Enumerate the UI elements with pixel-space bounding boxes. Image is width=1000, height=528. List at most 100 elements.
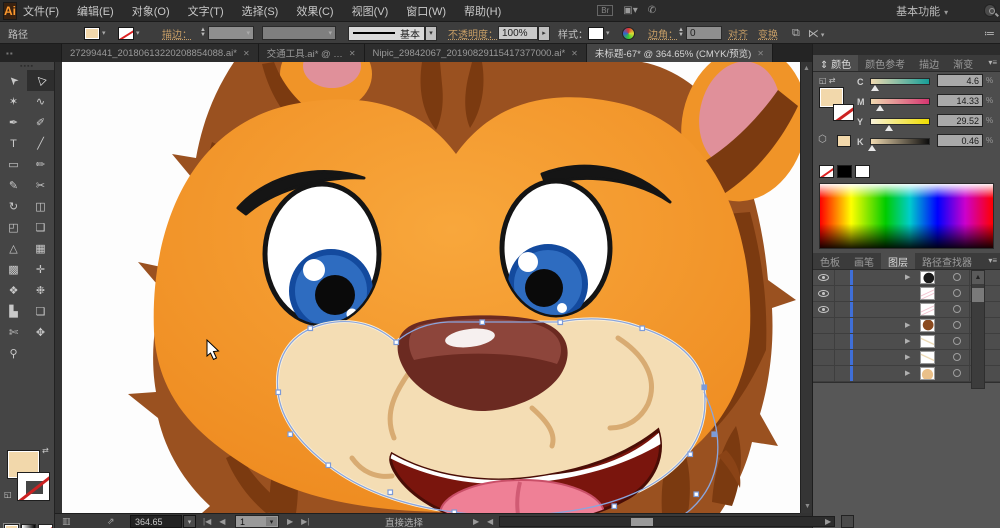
color-panel-tab-0[interactable]: ⇕ 颜色 bbox=[813, 55, 858, 71]
slider-marker[interactable] bbox=[871, 85, 879, 91]
layer-thumbnail[interactable] bbox=[920, 335, 935, 348]
document-tab-3[interactable]: 未标题-67* @ 364.65% (CMYK/预览)✕ bbox=[587, 44, 773, 62]
hand-tool[interactable]: ✥ bbox=[27, 322, 54, 343]
stroke-color-swatch[interactable] bbox=[118, 27, 134, 40]
tab-close-icon[interactable]: ✕ bbox=[757, 49, 764, 58]
visibility-toggle[interactable] bbox=[813, 350, 835, 365]
last-artboard-button[interactable]: ▶| bbox=[301, 517, 309, 526]
visibility-toggle[interactable] bbox=[813, 286, 835, 301]
pencil-tool[interactable]: ✎ bbox=[0, 175, 27, 196]
target-circle-icon[interactable] bbox=[953, 305, 961, 313]
layers-scroll-up[interactable]: ▲ bbox=[972, 271, 984, 284]
m-slider[interactable] bbox=[870, 98, 930, 105]
layer-thumbnail[interactable] bbox=[920, 367, 935, 380]
hscroll-right-arrow2[interactable]: ▶ bbox=[825, 517, 831, 526]
visibility-toggle[interactable] bbox=[813, 334, 835, 349]
line-segment-tool[interactable]: ╱ bbox=[27, 133, 54, 154]
horizontal-scrollbar[interactable] bbox=[499, 516, 835, 527]
transform-link[interactable]: 变换 bbox=[758, 22, 778, 44]
type-tool[interactable]: T bbox=[0, 133, 27, 154]
artboard-canvas[interactable] bbox=[62, 62, 800, 513]
workspace-switcher[interactable]: 基本功能▾ bbox=[896, 3, 948, 19]
hscroll-thumb[interactable] bbox=[631, 518, 653, 526]
tab-close-icon[interactable]: ✕ bbox=[349, 49, 356, 58]
scroll-down-arrow[interactable]: ▼ bbox=[804, 503, 811, 510]
menu-item-3[interactable]: 文字(T) bbox=[188, 3, 224, 19]
rotate-tool[interactable]: ↻ bbox=[0, 196, 27, 217]
target-circle-icon[interactable] bbox=[953, 353, 961, 361]
layer-thumbnail[interactable] bbox=[920, 351, 935, 364]
document-tab-2[interactable]: Nipic_29842067_20190829115417377000.ai*✕ bbox=[365, 44, 587, 62]
slider-marker[interactable] bbox=[885, 125, 893, 131]
artboard-number-input[interactable]: 1 ▾ bbox=[235, 515, 279, 528]
slider-marker[interactable] bbox=[876, 105, 884, 111]
tools-panel-grip[interactable]: ▪▪▪▪ bbox=[0, 62, 54, 70]
hscroll-left-arrow[interactable]: ◀ bbox=[487, 517, 493, 526]
k-slider[interactable] bbox=[870, 138, 930, 145]
slider-marker[interactable] bbox=[868, 145, 876, 151]
gradient-mode-button[interactable] bbox=[21, 524, 36, 528]
eyedropper-tool[interactable]: ✛ bbox=[27, 259, 54, 280]
perspective-grid-tool[interactable]: △ bbox=[0, 238, 27, 259]
pen-tool[interactable]: ✒ bbox=[0, 112, 27, 133]
recolor-artwork-icon[interactable] bbox=[622, 27, 635, 40]
expand-arrow-icon[interactable]: ▶ bbox=[905, 321, 910, 329]
search-input[interactable] bbox=[984, 4, 996, 17]
stroke-weight-value[interactable]: ▾ bbox=[208, 26, 254, 40]
tab-close-icon[interactable]: ✕ bbox=[571, 49, 578, 58]
gradient-tool[interactable]: ▩ bbox=[0, 259, 27, 280]
corner-link[interactable]: 边角： bbox=[648, 22, 678, 44]
y-value-input[interactable]: 29.52 bbox=[937, 114, 983, 127]
dock-tab-2[interactable]: 图层 bbox=[881, 253, 915, 269]
layer-thumbnail[interactable] bbox=[920, 271, 935, 284]
artboard-tool[interactable]: ❏ bbox=[27, 301, 54, 322]
visibility-toggle[interactable] bbox=[813, 270, 835, 285]
color-mode-button[interactable] bbox=[4, 524, 19, 528]
panel-stroke-swatch[interactable] bbox=[833, 104, 854, 121]
menu-item-1[interactable]: 编辑(E) bbox=[77, 3, 114, 19]
target-circle-icon[interactable] bbox=[953, 289, 961, 297]
expand-arrow-icon[interactable]: ▶ bbox=[905, 353, 910, 361]
vertical-scrollbar[interactable]: ▲ ▼ bbox=[800, 62, 812, 513]
layer-thumbnail[interactable] bbox=[920, 287, 935, 300]
curvature-tool[interactable]: ✐ bbox=[27, 112, 54, 133]
select-similar-icon[interactable]: ⋉▾ bbox=[808, 27, 825, 40]
next-artboard-button[interactable]: ▶ bbox=[287, 517, 293, 526]
document-tab-0[interactable]: 27299441_20180613220208854088.ai*✕ bbox=[62, 44, 259, 62]
tab-close-icon[interactable]: ✕ bbox=[243, 49, 250, 58]
layers-scrollbar[interactable]: ▲ bbox=[971, 270, 985, 389]
stroke-color-well[interactable] bbox=[17, 472, 50, 501]
rectangle-tool[interactable]: ▭ bbox=[0, 154, 27, 175]
zoom-dropdown[interactable]: ▾ bbox=[183, 515, 196, 528]
swap-fill-stroke-icon[interactable]: ⇄ bbox=[42, 446, 49, 455]
color-spectrum[interactable] bbox=[813, 181, 1000, 253]
menu-item-5[interactable]: 效果(C) bbox=[296, 3, 333, 19]
zoom-tool[interactable]: ⚲ bbox=[0, 343, 27, 364]
opacity-value[interactable]: 100% bbox=[498, 26, 538, 40]
prev-artboard-button[interactable]: ◀ bbox=[219, 517, 225, 526]
target-circle-icon[interactable] bbox=[953, 369, 961, 377]
share-icon[interactable]: ✆ bbox=[648, 5, 656, 16]
none-mode-button[interactable] bbox=[38, 524, 53, 528]
slice-tool[interactable]: ✄ bbox=[0, 322, 27, 343]
last-color-swatch[interactable] bbox=[837, 135, 851, 147]
visibility-toggle[interactable] bbox=[813, 366, 835, 381]
brush-definition-dropdown[interactable]: ▾ bbox=[262, 26, 336, 40]
fill-color-swatch[interactable] bbox=[84, 27, 100, 40]
zoom-level-input[interactable]: 364.65 bbox=[130, 515, 182, 528]
black-swatch[interactable] bbox=[837, 165, 852, 178]
color-panel-tab-3[interactable]: 渐变 bbox=[946, 55, 980, 71]
color-panel-tab-2[interactable]: 描边 bbox=[912, 55, 946, 71]
paintbrush-tool[interactable]: ✏ bbox=[27, 154, 54, 175]
target-circle-icon[interactable] bbox=[953, 337, 961, 345]
isolate-selected-icon[interactable]: ⧉ bbox=[792, 27, 800, 40]
default-fill-stroke-icon[interactable]: ◱ bbox=[4, 490, 12, 499]
target-circle-icon[interactable] bbox=[953, 321, 961, 329]
layer-thumbnail[interactable] bbox=[920, 303, 935, 316]
first-artboard-button[interactable]: |◀ bbox=[203, 517, 211, 526]
dock-tab-3[interactable]: 路径查找器 bbox=[915, 253, 979, 269]
m-value-input[interactable]: 14.33 bbox=[937, 94, 983, 107]
status-grid-icon[interactable]: ▥ bbox=[62, 516, 71, 527]
out-of-web-color-icon[interactable]: ⬡ bbox=[818, 134, 827, 145]
free-transform-tool[interactable]: ◰ bbox=[0, 217, 27, 238]
